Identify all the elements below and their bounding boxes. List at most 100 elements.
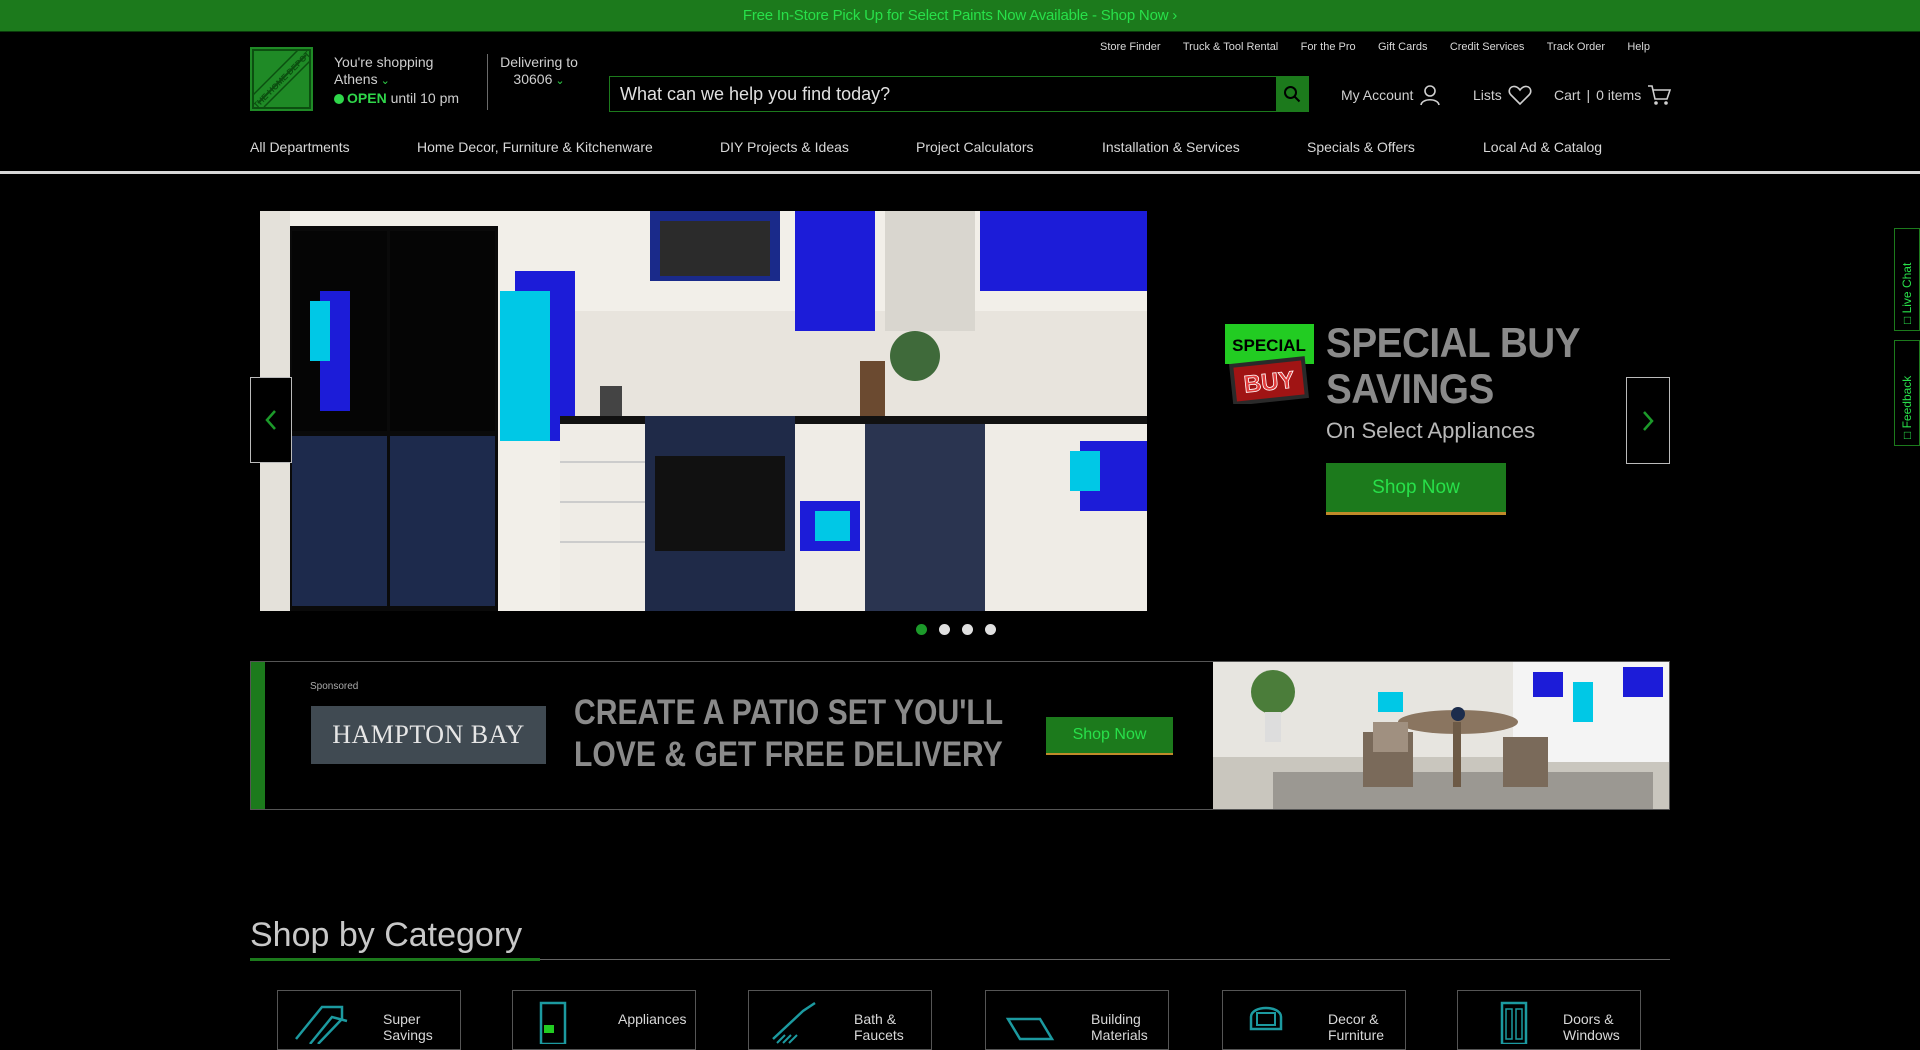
util-link-store-finder[interactable]: Store Finder [1100,41,1161,53]
feedback-label: □ Feedback [1900,349,1914,439]
cart-count: 0 items [1596,87,1642,103]
promo-divider [0,31,1920,32]
banner-headline-line2: LOVE & GET FREE DELIVERY [574,735,1003,774]
feedback-text: Feedback [1900,375,1914,429]
delivery-zip-selector[interactable]: Delivering to 30606 ⌄ [499,54,579,90]
category-label: Appliances [618,1011,687,1027]
header-divider [487,54,488,110]
store-city[interactable]: Athens [334,71,378,87]
cart-label: Cart [1554,87,1581,103]
hero-subtitle: On Select Appliances [1326,418,1536,443]
util-link-for-the-pro[interactable]: For the Pro [1301,41,1356,53]
utility-links: Store Finder Truck & Tool Rental For the… [1100,41,1650,53]
my-account-button[interactable]: My Account [1341,84,1441,106]
sponsored-label: Sponsored [310,681,359,692]
feedback-icon: □ [1900,428,1914,439]
category-label: Decor & Furniture [1328,1011,1385,1043]
util-link-help[interactable]: Help [1627,41,1650,53]
hampton-bay-logo: HAMPTON BAY [311,706,546,764]
delivery-label: Delivering to [500,54,578,70]
store-open-status: OPEN [347,90,387,106]
banner-shop-now-button[interactable]: Shop Now [1046,717,1173,755]
util-link-truck-rental[interactable]: Truck & Tool Rental [1183,41,1278,53]
hero-title-line1: SPECIAL BUY [1326,319,1581,366]
category-super-savings[interactable]: Super Savings [277,990,461,1050]
nav-project-calculators[interactable]: Project Calculators [916,139,1034,155]
nav-home-decor[interactable]: Home Decor, Furniture & Kitchenware [417,139,653,155]
hero-title-line2: SAVINGS [1326,365,1494,412]
util-link-gift-cards[interactable]: Gift Cards [1378,41,1428,53]
category-label: Building Materials [1091,1011,1148,1043]
cart-icon [1648,85,1672,105]
chevron-left-icon [265,410,276,430]
chevron-down-icon[interactable]: ⌄ [381,75,390,87]
carousel-dot-4[interactable] [985,624,996,635]
chevron-right-icon [1643,410,1654,431]
carousel-prev-button[interactable] [250,377,292,463]
lists-button[interactable]: Lists [1473,84,1532,106]
patio-set-image [1213,662,1669,809]
search-bar [609,76,1309,112]
nav-local-ad[interactable]: Local Ad & Catalog [1483,139,1602,155]
my-account-label: My Account [1341,87,1414,103]
heart-icon [1508,85,1532,106]
store-label: You're shopping [334,54,434,70]
util-link-track-order[interactable]: Track Order [1547,41,1605,53]
promo-banner[interactable]: Free In-Store Pick Up for Select Paints … [0,0,1920,31]
home-depot-logo[interactable]: THE HOME DEPOT [250,47,313,111]
lists-label: Lists [1473,87,1502,103]
category-doors-windows[interactable]: Doors & Windows [1457,990,1641,1050]
carousel-dot-1[interactable] [916,624,927,635]
store-selector[interactable]: You're shopping Athens ⌄ OPEN until 10 pm [334,54,459,107]
nav-divider [0,171,1920,174]
promo-text[interactable]: Free In-Store Pick Up for Select Paints … [743,7,1177,24]
carousel-next-button[interactable] [1626,377,1670,464]
feedback-tab[interactable]: □ Feedback [1894,340,1920,446]
chevron-down-icon[interactable]: ⌄ [555,75,564,87]
delivery-zip[interactable]: 30606 [513,71,552,87]
user-icon [1420,85,1441,106]
badge-buy-text: BUY [1243,366,1296,398]
shop-by-category-heading: Shop by Category [250,916,523,954]
refrigerator-icon [539,1001,567,1044]
banner-headline: CREATE A PATIO SET YOU'LL LOVE & GET FRE… [574,692,1003,776]
cart-separator: | [1586,87,1591,103]
category-label: Super Savings [383,1011,433,1043]
category-decor-furniture[interactable]: Decor & Furniture [1222,990,1406,1050]
hero-image[interactable] [260,211,1147,611]
banner-headline-line1: CREATE A PATIO SET YOU'LL [574,693,1004,732]
lumber-icon [1005,1017,1055,1041]
faucet-icon [772,1001,816,1044]
store-hours: until 10 pm [390,90,460,106]
category-building-materials[interactable]: Building Materials [985,990,1169,1050]
tag-icon [295,1005,348,1044]
hero-title: SPECIAL BUY SAVINGS [1326,320,1580,412]
chair-icon [1249,1006,1283,1031]
live-chat-text: Live Chat [1900,262,1914,314]
open-status-dot [334,94,344,104]
search-button[interactable] [1276,77,1308,111]
banner-accent-stripe [251,662,265,809]
hero-shop-now-button[interactable]: Shop Now [1326,463,1506,515]
nav-diy-projects[interactable]: DIY Projects & Ideas [720,139,849,155]
nav-specials-offers[interactable]: Specials & Offers [1307,139,1415,155]
live-chat-label: □ Live Chat [1900,234,1914,324]
cart-button[interactable]: Cart | 0 items [1554,84,1672,106]
category-divider-accent [250,958,540,961]
live-chat-tab[interactable]: □ Live Chat [1894,228,1920,331]
chat-icon: □ [1900,313,1914,324]
main-nav: All Departments Home Decor, Furniture & … [250,139,1670,159]
door-icon [1500,1001,1528,1044]
nav-installation-services[interactable]: Installation & Services [1102,139,1240,155]
util-link-credit-services[interactable]: Credit Services [1450,41,1525,53]
category-appliances[interactable]: Appliances [512,990,696,1050]
category-bath-faucets[interactable]: Bath & Faucets [748,990,932,1050]
special-buy-badge: SPECIAL BUY [1225,324,1314,406]
carousel-dots [916,624,996,635]
carousel-dot-3[interactable] [962,624,973,635]
nav-all-departments[interactable]: All Departments [250,139,350,155]
category-label: Bath & Faucets [854,1011,904,1043]
carousel-dot-2[interactable] [939,624,950,635]
search-input[interactable] [610,77,1278,111]
badge-special-text: SPECIAL [1232,336,1306,355]
